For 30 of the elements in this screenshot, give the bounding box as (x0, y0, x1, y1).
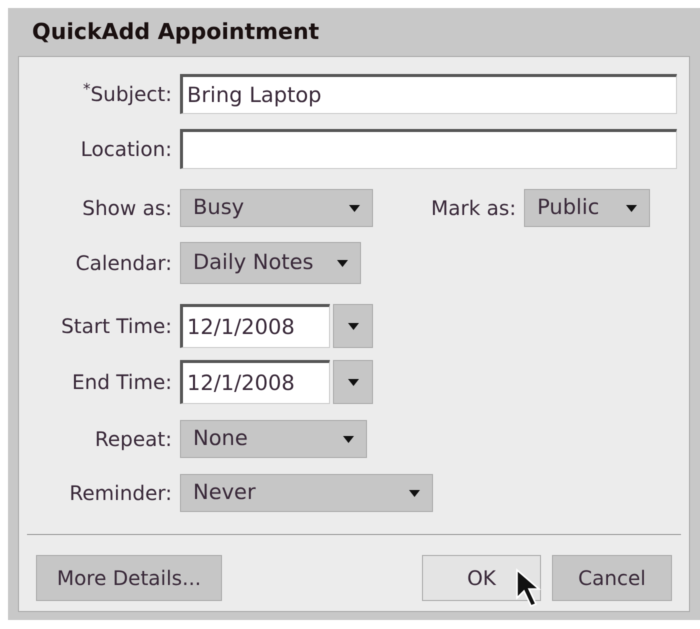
caret-icon (349, 204, 360, 212)
caret-icon (626, 204, 638, 212)
dropdown[interactable]: None (180, 420, 367, 458)
dropdown[interactable]: Never (180, 474, 433, 512)
text-field[interactable] (180, 129, 677, 169)
field-label: Mark as: (431, 195, 516, 222)
field-label: Repeat: (94, 426, 172, 453)
caret-icon (348, 378, 358, 386)
field-label: $^{*}$Subject: (82, 79, 172, 108)
dropdown[interactable]: Public (524, 189, 650, 227)
caret-icon (343, 436, 354, 442)
field-label: End Time: (70, 369, 172, 396)
field-label: Reminder: (68, 480, 172, 507)
field-label: Show as: (81, 195, 172, 222)
date-picker-button[interactable] (333, 360, 373, 404)
more-details-button[interactable]: More Details... (36, 555, 222, 601)
cancel-button[interactable]: Cancel (552, 555, 672, 601)
field-label: Start Time: (60, 313, 172, 340)
date-picker-button[interactable] (333, 304, 373, 348)
date-field[interactable]: 12/1/2008 (180, 360, 330, 404)
dropdown[interactable]: Busy (180, 189, 373, 227)
date-field[interactable]: 12/1/2008 (180, 304, 330, 348)
caret-icon (348, 322, 358, 330)
field-label: Calendar: (74, 250, 172, 277)
dialog-title: QuickAdd Appointment (32, 19, 320, 47)
dropdown[interactable]: Daily Notes (180, 242, 361, 284)
caret-icon (409, 490, 420, 496)
caret-icon (337, 260, 348, 266)
text-field[interactable]: Bring Laptop (180, 74, 677, 114)
field-label: Location: (80, 136, 172, 163)
